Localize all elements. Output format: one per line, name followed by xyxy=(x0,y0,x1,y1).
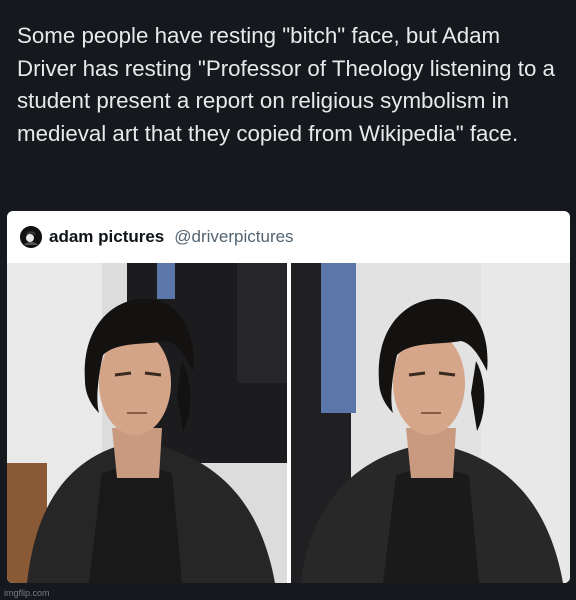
tweet-photos xyxy=(7,263,570,583)
meme-caption: Some people have resting "bitch" face, b… xyxy=(17,23,555,146)
bottom-bar xyxy=(0,585,576,600)
tweet-handle[interactable]: @driverpictures xyxy=(174,227,293,247)
tweet-header: adam pictures @driverpictures xyxy=(20,224,294,250)
imgflip-watermark: imgflip.com xyxy=(4,588,50,598)
tweet-display-name[interactable]: adam pictures xyxy=(49,227,164,247)
photo-man-in-leather-jacket-left[interactable] xyxy=(7,263,287,583)
photo-man-in-leather-jacket-right[interactable] xyxy=(291,263,570,583)
profile-avatar-icon[interactable] xyxy=(20,226,42,248)
embedded-tweet[interactable]: adam pictures @driverpictures xyxy=(7,211,570,583)
